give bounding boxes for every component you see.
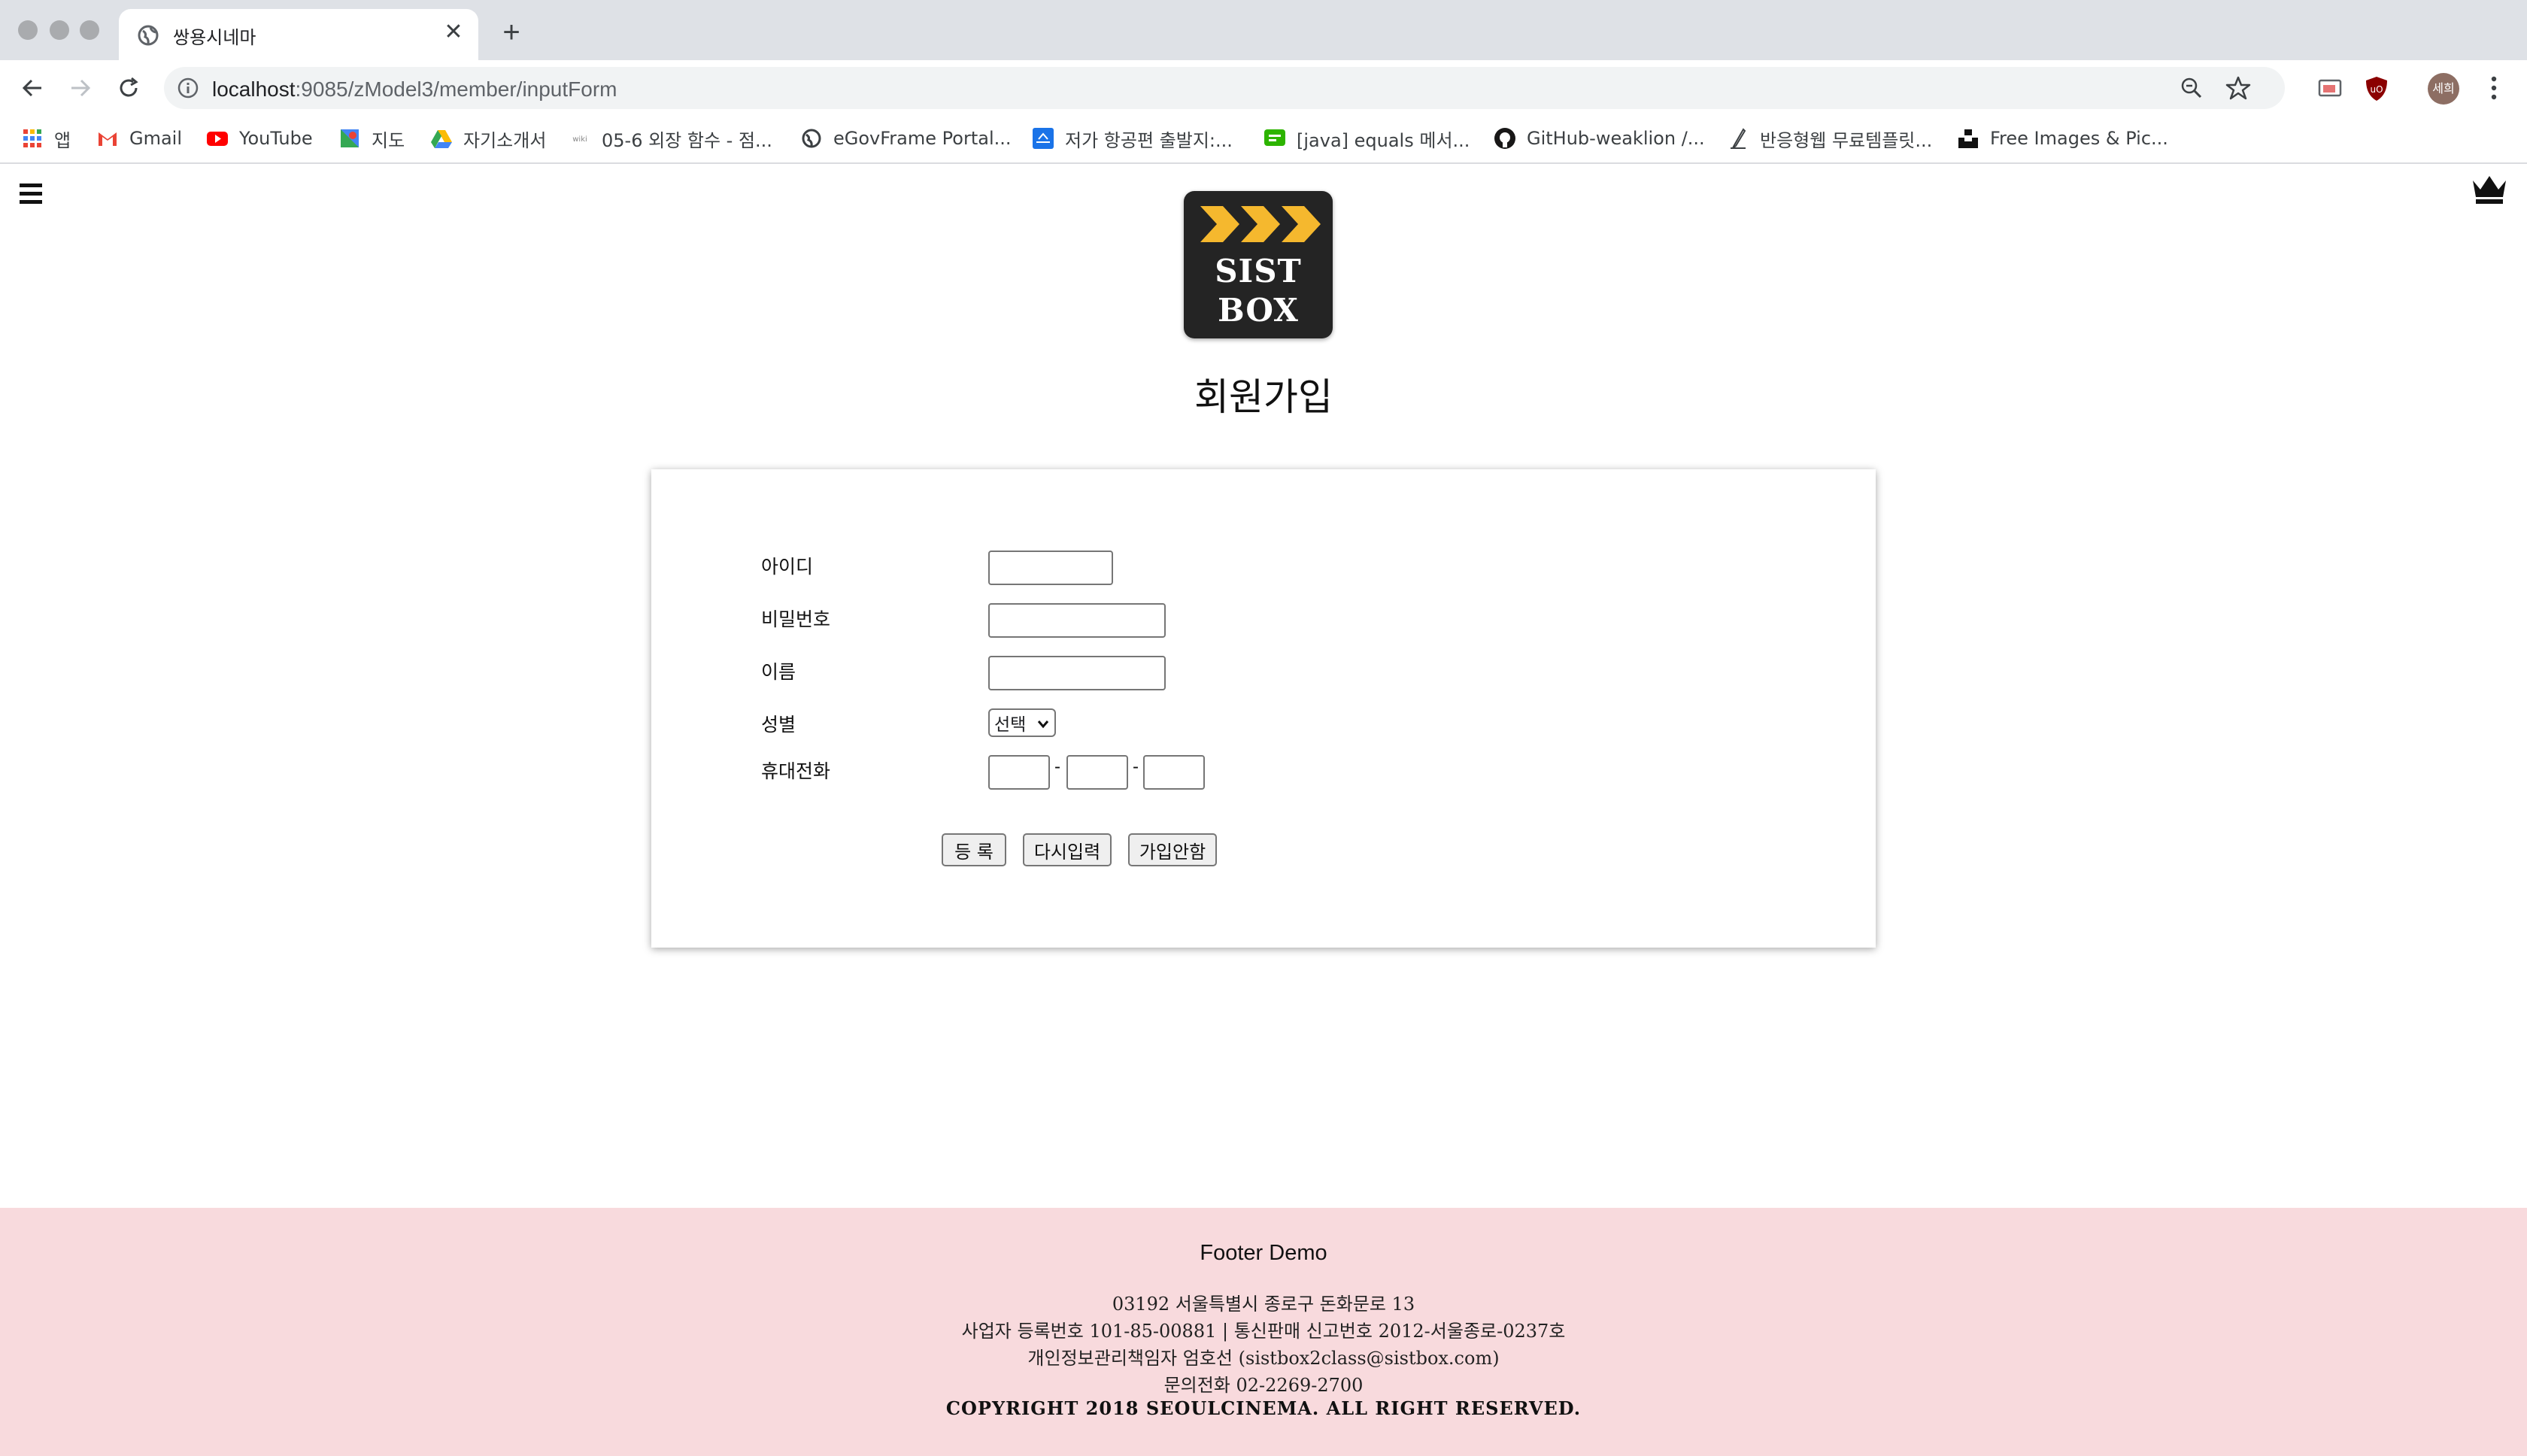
bookmark-github[interactable]: GitHub-weaklion /...: [1494, 123, 1705, 153]
password-label: 비밀번호: [761, 608, 831, 630]
bookmark-label: 자기소개서: [463, 129, 547, 151]
pen-icon: [1731, 128, 1746, 149]
name-input[interactable]: [988, 656, 1166, 690]
gender-select-value: 선택: [994, 715, 1027, 735]
wikidocs-icon: wiki: [572, 135, 587, 144]
info-icon[interactable]: [176, 76, 200, 100]
bookmark-label: 지도: [372, 129, 405, 151]
ublock-extension-icon[interactable]: uO: [2363, 75, 2390, 102]
window-maximize-button[interactable]: [80, 20, 99, 40]
url-path: :9085/zModel3/member/inputForm: [295, 77, 617, 101]
arrow-left-icon: [22, 79, 41, 97]
reload-icon: [120, 77, 138, 97]
phone-label: 휴대전화: [761, 760, 831, 782]
gender-label: 성별: [761, 714, 796, 736]
phone-separator: -: [1054, 757, 1060, 777]
bookmark-label: 반응형웹 무료템플릿...: [1760, 129, 1933, 151]
bookmark-label: Gmail: [129, 128, 183, 149]
id-input[interactable]: [988, 551, 1113, 585]
window-close-button[interactable]: [18, 20, 38, 40]
bookmark-drive[interactable]: 자기소개서: [430, 123, 546, 153]
bookmark-flights[interactable]: 저가 항공편 출발지:...: [1032, 123, 1233, 153]
more-vertical-icon[interactable]: [2482, 72, 2506, 104]
bookmark-label: 05-6 외장 함수 - 점...: [602, 129, 772, 151]
apps-grid-icon: [23, 129, 41, 147]
url-host: localhost: [212, 77, 296, 101]
unsplash-icon: [1958, 129, 1978, 148]
globe-icon: [138, 25, 159, 46]
gender-select[interactable]: 선택: [988, 708, 1056, 737]
arrow-right-icon: [71, 79, 91, 97]
flight-icon: [1033, 128, 1054, 149]
footer-copyright: COPYRIGHT 2018 SEOULCINEMA. ALL RIGHT RE…: [945, 1397, 1582, 1419]
profile-avatar[interactable]: 세희: [2428, 73, 2459, 105]
note-icon: [1264, 129, 1285, 146]
phone-separator: -: [1133, 757, 1139, 777]
chevron-down-icon: [1037, 720, 1049, 729]
sistbox-logo[interactable]: SIST BOX: [1184, 191, 1333, 338]
github-icon: [1494, 128, 1515, 149]
gmail-icon: [99, 132, 117, 146]
bookmark-label: 저가 항공편 출발지:...: [1065, 129, 1233, 151]
browser-tab-strip: 쌍용시네마 ✕ +: [0, 0, 2527, 60]
signup-form: 아이디 비밀번호 이름 성별 선택 휴대전화 - - 등 록 다시입력 가입안함: [651, 469, 1876, 948]
bookmark-gmail[interactable]: Gmail: [96, 123, 182, 153]
password-input[interactable]: [988, 603, 1166, 638]
bookmark-label: [java] equals 메서...: [1297, 129, 1470, 151]
bookmark-youtube[interactable]: YouTube: [206, 123, 313, 153]
bookmark-java-equals[interactable]: [java] equals 메서...: [1264, 123, 1470, 153]
bookmark-star-icon[interactable]: [2225, 74, 2252, 102]
phone-input-2[interactable]: [1066, 755, 1128, 790]
tab-close-icon[interactable]: ✕: [441, 20, 466, 45]
bookmark-wikidocs[interactable]: wiki 05-6 외장 함수 - 점...: [569, 123, 772, 153]
back-button[interactable]: [15, 71, 50, 105]
logo-text-line2: BOX: [1218, 292, 1299, 329]
tab-title: 쌍용시네마: [173, 27, 256, 48]
bookmarks-bar: 앱 Gmail YouTube 지도 자기소개서 wiki 05-6 외장 함수…: [0, 116, 2527, 164]
reset-button[interactable]: 다시입력: [1023, 833, 1112, 866]
crown-icon[interactable]: [2470, 171, 2509, 205]
globe-icon: [802, 129, 821, 148]
cast-extension-icon[interactable]: [2316, 75, 2343, 102]
bookmark-unsplash[interactable]: Free Images & Pic...: [1957, 123, 2168, 153]
browser-tab-active[interactable]: 쌍용시네마 ✕: [119, 9, 478, 60]
bookmark-label: 앱: [54, 129, 71, 151]
drive-icon: [431, 130, 452, 148]
hamburger-menu-icon[interactable]: [20, 184, 44, 206]
footer-address: 03192 서울특별시 종로구 돈화문로 13: [1112, 1294, 1415, 1315]
bookmark-templates[interactable]: 반응형웹 무료템플릿...: [1727, 123, 1932, 153]
forward-button[interactable]: [63, 71, 98, 105]
footer: Footer Demo 03192 서울특별시 종로구 돈화문로 13 사업자 …: [0, 1208, 2527, 1456]
svg-text:uO: uO: [2370, 84, 2383, 95]
phone-input-3[interactable]: [1143, 755, 1205, 790]
name-label: 이름: [761, 661, 796, 683]
youtube-icon: [207, 132, 228, 146]
bookmark-apps[interactable]: 앱: [21, 123, 71, 153]
maps-icon: [341, 129, 359, 147]
page-title: 회원가입: [1194, 375, 1333, 419]
bookmark-label: GitHub-weaklion /...: [1527, 128, 1705, 149]
reload-button[interactable]: [111, 71, 146, 105]
footer-phone: 문의전화 02-2269-2700: [1163, 1375, 1364, 1396]
cancel-button[interactable]: 가입안함: [1128, 833, 1217, 866]
zoom-icon[interactable]: [2180, 76, 2204, 100]
browser-toolbar: localhost:9085/zModel3/member/inputForm …: [0, 60, 2527, 116]
bookmark-label: Free Images & Pic...: [1990, 128, 2168, 149]
footer-business-info: 사업자 등록번호 101-85-00881 | 통신판매 신고번호 2012-서…: [961, 1321, 1566, 1342]
bookmark-maps[interactable]: 지도: [338, 123, 405, 153]
window-minimize-button[interactable]: [50, 20, 69, 40]
url-text[interactable]: localhost:9085/zModel3/member/inputForm: [212, 77, 617, 102]
svg-text:wiki: wiki: [572, 135, 587, 144]
id-label: 아이디: [761, 556, 814, 578]
address-bar[interactable]: localhost:9085/zModel3/member/inputForm: [164, 67, 2285, 109]
footer-title: Footer Demo: [1200, 1241, 1327, 1265]
logo-text-line1: SIST: [1215, 253, 1302, 290]
bookmark-label: eGovFrame Portal...: [833, 128, 1012, 149]
bookmark-label: YouTube: [239, 128, 313, 149]
register-button[interactable]: 등 록: [942, 833, 1006, 866]
bookmark-egovframe[interactable]: eGovFrame Portal...: [800, 123, 1012, 153]
new-tab-button[interactable]: +: [496, 17, 526, 48]
phone-input-1[interactable]: [988, 755, 1050, 790]
footer-privacy-officer: 개인정보관리책임자 엄호선 (sistbox2class@sistbox.com…: [1027, 1348, 1500, 1369]
